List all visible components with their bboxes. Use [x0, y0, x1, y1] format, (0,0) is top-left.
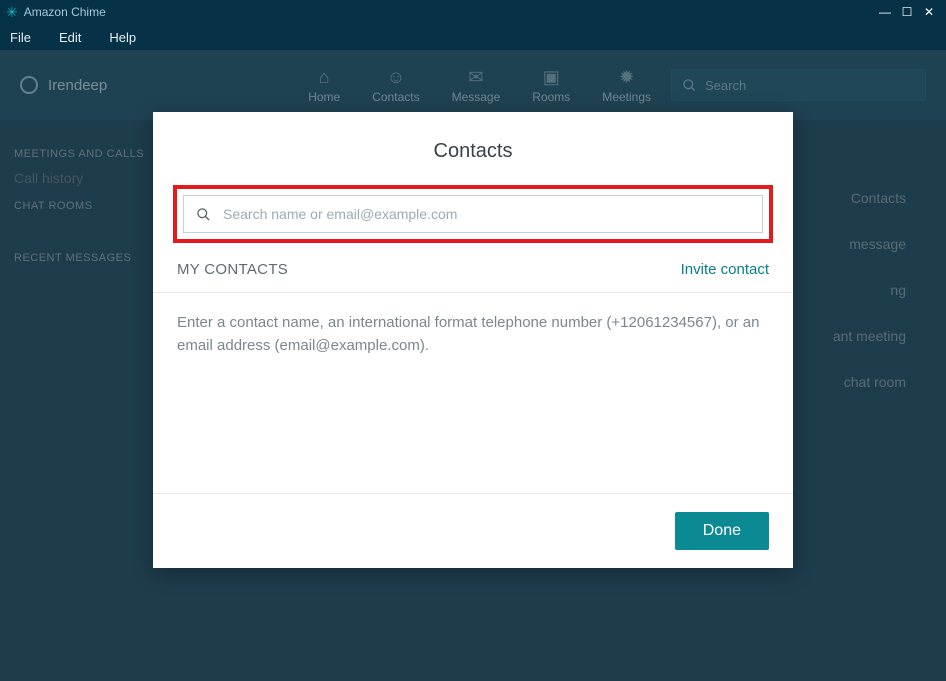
menu-file[interactable]: File [10, 30, 31, 45]
search-highlight-box [173, 185, 773, 243]
window-minimize-button[interactable]: — [874, 5, 896, 19]
done-button[interactable]: Done [675, 512, 769, 550]
contact-search-input[interactable] [223, 206, 750, 222]
modal-footer: Done [153, 493, 793, 568]
contact-search-box[interactable] [183, 195, 763, 233]
window-maximize-button[interactable]: ☐ [896, 5, 918, 19]
menu-bar: File Edit Help [0, 24, 946, 50]
modal-title: Contacts [153, 112, 793, 185]
window-close-button[interactable]: ✕ [918, 5, 940, 19]
window-title: Amazon Chime [24, 5, 106, 19]
contacts-hint-text: Enter a contact name, an international f… [153, 293, 793, 493]
app-logo-icon: ✳ [6, 4, 18, 21]
contacts-modal: Contacts MY CONTACTS Invite contact Ente… [153, 112, 793, 568]
menu-edit[interactable]: Edit [59, 30, 81, 45]
invite-contact-link[interactable]: Invite contact [681, 261, 769, 278]
menu-help[interactable]: Help [109, 30, 136, 45]
title-bar: ✳ Amazon Chime — ☐ ✕ [0, 0, 946, 24]
my-contacts-label: MY CONTACTS [177, 261, 288, 278]
search-icon [196, 207, 211, 222]
